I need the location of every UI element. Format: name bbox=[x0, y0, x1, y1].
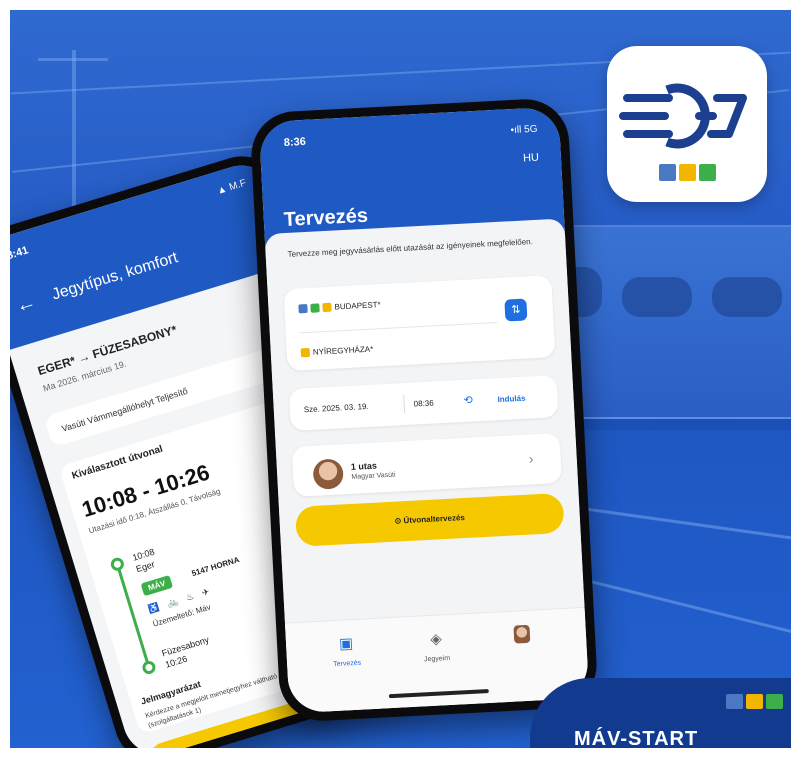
tab-label: Jegyeim bbox=[423, 654, 451, 664]
status-time: 8:36 bbox=[283, 135, 307, 149]
mav-logo-icon bbox=[619, 83, 747, 149]
tram-icon bbox=[310, 303, 320, 314]
tab-label: Tervezés bbox=[333, 659, 362, 669]
catenary-arm bbox=[38, 58, 108, 61]
clock-icon[interactable]: ⟲ bbox=[463, 393, 473, 406]
train-icon bbox=[300, 348, 311, 358]
calendar-icon: ▣ bbox=[338, 635, 354, 653]
tab-bar: ▣ Tervezés ◈ Jegyeim bbox=[284, 606, 590, 714]
tab-planning[interactable]: ▣ Tervezés bbox=[306, 632, 388, 669]
logo-square-yellow bbox=[679, 164, 696, 181]
train-window bbox=[712, 277, 782, 317]
logo-square-blue bbox=[726, 694, 743, 709]
catenary-pole bbox=[72, 50, 76, 210]
page-title: Tervezés bbox=[283, 204, 369, 232]
time-field[interactable]: 08:36 bbox=[413, 398, 433, 408]
route-card bbox=[283, 275, 556, 372]
ticket-icon: ◈ bbox=[429, 630, 443, 648]
brand-corner: MÁV-START bbox=[530, 678, 791, 748]
bus-icon bbox=[298, 304, 308, 314]
avatar-icon bbox=[513, 624, 531, 644]
from-station-label: BUDAPEST* bbox=[334, 300, 381, 312]
swap-icon[interactable]: ⇅ bbox=[504, 298, 528, 322]
logo-square-blue bbox=[659, 164, 676, 181]
front-phone-screen: 8:36 •ıll 5G HU Tervezés Tervezze meg je… bbox=[258, 106, 590, 714]
language-switch[interactable]: HU bbox=[523, 152, 539, 165]
tab-tickets[interactable]: ◈ Jegyeim bbox=[396, 628, 478, 665]
promo-background: 8:41 ▲ M.F ← Jegytípus, komfort EGER* → … bbox=[10, 10, 791, 748]
passenger-name: 1 utas bbox=[350, 460, 378, 472]
logo-square-green bbox=[766, 694, 783, 709]
brand-wordmark: MÁV-START bbox=[574, 728, 699, 748]
train-icon bbox=[322, 303, 332, 313]
app-icon bbox=[607, 46, 767, 202]
train-window bbox=[622, 277, 692, 317]
search-button-label: Útvonaltervezés bbox=[403, 513, 466, 526]
front-phone-mockup: 8:36 •ıll 5G HU Tervezés Tervezze meg je… bbox=[249, 97, 599, 723]
tab-profile[interactable] bbox=[481, 623, 562, 645]
departure-toggle[interactable]: Indulás bbox=[497, 394, 525, 404]
logo-square-yellow bbox=[746, 694, 763, 709]
logo-square-green bbox=[699, 164, 716, 181]
chevron-right-icon: › bbox=[528, 450, 534, 467]
status-signal: •ıll 5G bbox=[510, 123, 538, 137]
